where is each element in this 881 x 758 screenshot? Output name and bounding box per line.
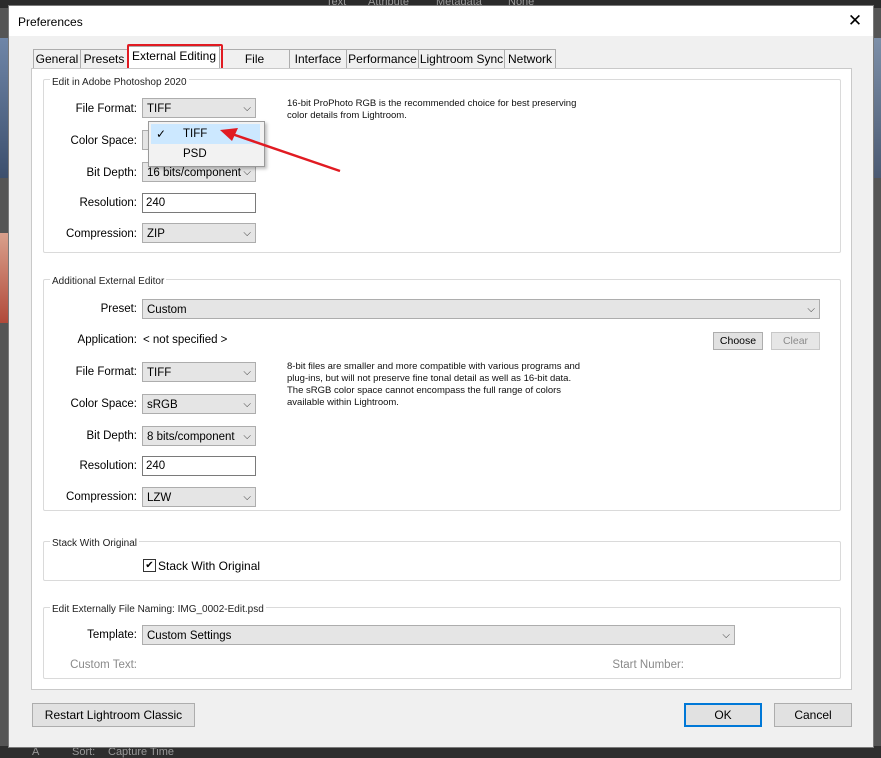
ps-recommendation-note: 16-bit ProPhoto RGB is the recommended c… — [287, 98, 577, 121]
stack-group-label: Stack With Original — [50, 538, 140, 549]
custom-text-label: Custom Text: — [70, 659, 137, 671]
checkmark-icon: ✓ — [156, 127, 167, 141]
ae-bit-depth-label: Bit Depth: — [86, 430, 138, 442]
tab-network[interactable]: Network — [504, 49, 556, 68]
ps-bit-depth-label: Bit Depth: — [86, 167, 138, 179]
ps-compression-label: Compression: — [66, 228, 137, 240]
ae-resolution-label: Resolution: — [79, 460, 137, 472]
restart-lightroom-button[interactable]: Restart Lightroom Classic — [32, 703, 195, 727]
ae-file-format-select[interactable]: TIFF ⌵ — [142, 362, 256, 382]
tab-general[interactable]: General — [33, 49, 81, 68]
ok-button[interactable]: OK — [684, 703, 762, 727]
ps-color-space-label: Color Space: — [70, 135, 137, 147]
tab-file-handling[interactable]: File Handling — [219, 49, 290, 84]
ae-file-format-value: TIFF — [147, 367, 172, 379]
chevron-down-icon: ⌵ — [243, 431, 251, 442]
choose-button[interactable]: Choose — [713, 332, 763, 350]
stack-checkbox[interactable]: ✔ — [143, 559, 156, 572]
chevron-down-icon: ⌵ — [243, 492, 251, 503]
window-title: Preferences — [18, 15, 83, 29]
close-icon[interactable]: ✕ — [845, 11, 865, 31]
chevron-down-icon: ⌵ — [243, 367, 251, 378]
template-label: Template: — [87, 629, 137, 641]
preset-select[interactable]: Custom ⌵ — [142, 299, 820, 319]
ae-color-space-value: sRGB — [147, 399, 178, 411]
template-select[interactable]: Custom Settings ⌵ — [142, 625, 735, 645]
chevron-down-icon: ⌵ — [722, 630, 730, 641]
ps-compression-select[interactable]: ZIP ⌵ — [142, 223, 256, 243]
ae-color-space-label: Color Space: — [70, 398, 137, 410]
ae-compression-label: Compression: — [66, 491, 137, 503]
ae-resolution-input[interactable]: 240 — [142, 456, 256, 476]
ps-compression-value: ZIP — [147, 228, 165, 240]
preset-value: Custom — [147, 304, 187, 316]
template-value: Custom Settings — [147, 630, 232, 642]
ps-file-format-value: TIFF — [147, 103, 172, 115]
preset-label: Preset: — [100, 303, 137, 315]
ae-compression-value: LZW — [147, 492, 172, 504]
chevron-down-icon: ⌵ — [243, 228, 251, 239]
chevron-down-icon: ⌵ — [243, 399, 251, 410]
ae-color-space-select[interactable]: sRGB ⌵ — [142, 394, 256, 414]
clear-button[interactable]: Clear — [771, 332, 820, 350]
cancel-button[interactable]: Cancel — [774, 703, 852, 727]
tab-interface[interactable]: Interface — [289, 49, 347, 68]
photoshop-group-label: Edit in Adobe Photoshop 2020 — [50, 77, 189, 88]
title-bar: Preferences ✕ — [9, 6, 873, 36]
file-format-dropdown-menu: ✓ TIFF PSD — [148, 121, 265, 167]
checkmark-icon: ✔ — [145, 560, 154, 571]
dropdown-option-tiff[interactable]: ✓ TIFF — [151, 124, 260, 144]
chevron-down-icon: ⌵ — [807, 304, 815, 315]
ae-compression-select[interactable]: LZW ⌵ — [142, 487, 256, 507]
ae-file-format-label: File Format: — [75, 366, 137, 378]
additional-group-label: Additional External Editor — [50, 276, 167, 287]
dropdown-option-psd[interactable]: PSD — [151, 144, 260, 164]
chevron-down-icon: ⌵ — [243, 103, 251, 114]
tab-presets[interactable]: Presets — [80, 49, 128, 68]
ps-resolution-input[interactable]: 240 — [142, 193, 256, 213]
stack-checkbox-label[interactable]: Stack With Original — [158, 559, 260, 573]
start-number-label: Start Number: — [612, 659, 684, 671]
tab-performance[interactable]: Performance — [346, 49, 419, 68]
ps-file-format-label: File Format: — [75, 103, 137, 115]
ae-format-note: 8-bit files are smaller and more compati… — [287, 361, 581, 408]
tab-lightroom-sync[interactable]: Lightroom Sync — [418, 49, 505, 68]
ae-bit-depth-value: 8 bits/component — [147, 431, 235, 443]
ps-bit-depth-value: 16 bits/component — [147, 167, 241, 179]
ae-bit-depth-select[interactable]: 8 bits/component ⌵ — [142, 426, 256, 446]
application-value: < not specified > — [143, 334, 228, 346]
preferences-dialog: Preferences ✕ General Presets External E… — [8, 5, 874, 748]
file-naming-group-label: Edit Externally File Naming: IMG_0002-Ed… — [50, 604, 266, 615]
ps-file-format-select[interactable]: TIFF ⌵ — [142, 98, 256, 118]
application-label: Application: — [77, 334, 137, 346]
ps-resolution-label: Resolution: — [79, 197, 137, 209]
